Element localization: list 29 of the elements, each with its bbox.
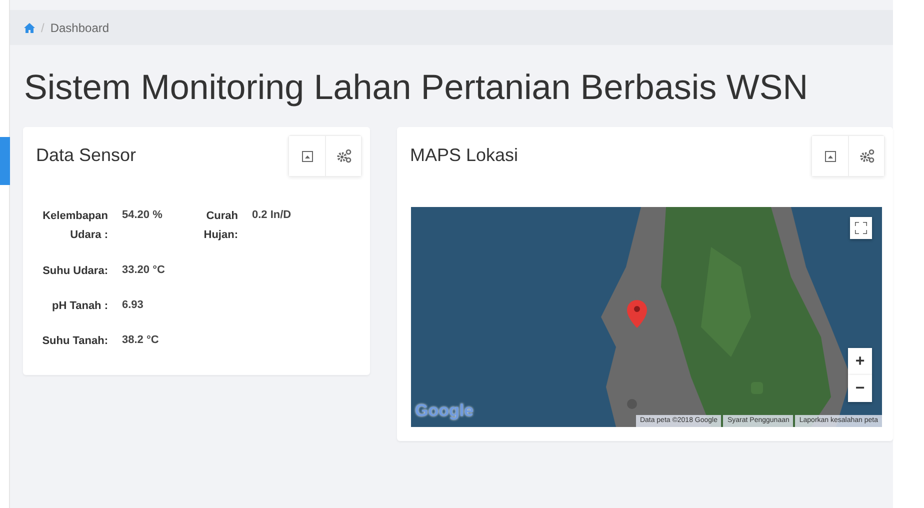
fullscreen-button[interactable] [850, 217, 872, 239]
card-title: Data Sensor [36, 145, 136, 167]
zoom-in-button[interactable]: + [848, 348, 872, 375]
page-title: Sistem Monitoring Lahan Pertanian Berbasis WSN [24, 67, 809, 109]
settings-icon [336, 149, 352, 163]
sensor-label: Kelembapan Udara : [42, 209, 108, 244]
sensor-label: Curah Hujan: [202, 209, 238, 244]
collapse-button[interactable] [812, 136, 848, 176]
sensor-value: 54.20 % [122, 208, 164, 223]
sensor-value: 6.93 [122, 298, 144, 313]
sensor-value: 38.2 °C [122, 333, 160, 348]
sensor-label: Suhu Udara: [42, 264, 108, 278]
collapse-button[interactable] [289, 136, 325, 176]
settings-button[interactable] [325, 136, 361, 176]
map-logo: Google [415, 400, 474, 422]
sensor-label: Suhu Tanah: [41, 334, 108, 349]
settings-icon [858, 149, 874, 163]
sensor-value: 0.2 In/D [252, 208, 292, 223]
breadcrumb-separator: / [41, 20, 44, 36]
settings-button[interactable] [848, 136, 884, 176]
home-icon[interactable] [24, 22, 35, 32]
fullscreen-icon [855, 222, 867, 234]
sensor-label: pH Tanah : [50, 298, 108, 314]
window-icon [302, 150, 312, 162]
card-title: MAPS Lokasi [410, 145, 518, 167]
window-icon [824, 150, 836, 162]
sensor-value: 33.20 °C [122, 262, 166, 278]
zoom-out-button[interactable]: − [848, 375, 872, 402]
breadcrumb-item[interactable]: Dashboard [50, 18, 110, 36]
